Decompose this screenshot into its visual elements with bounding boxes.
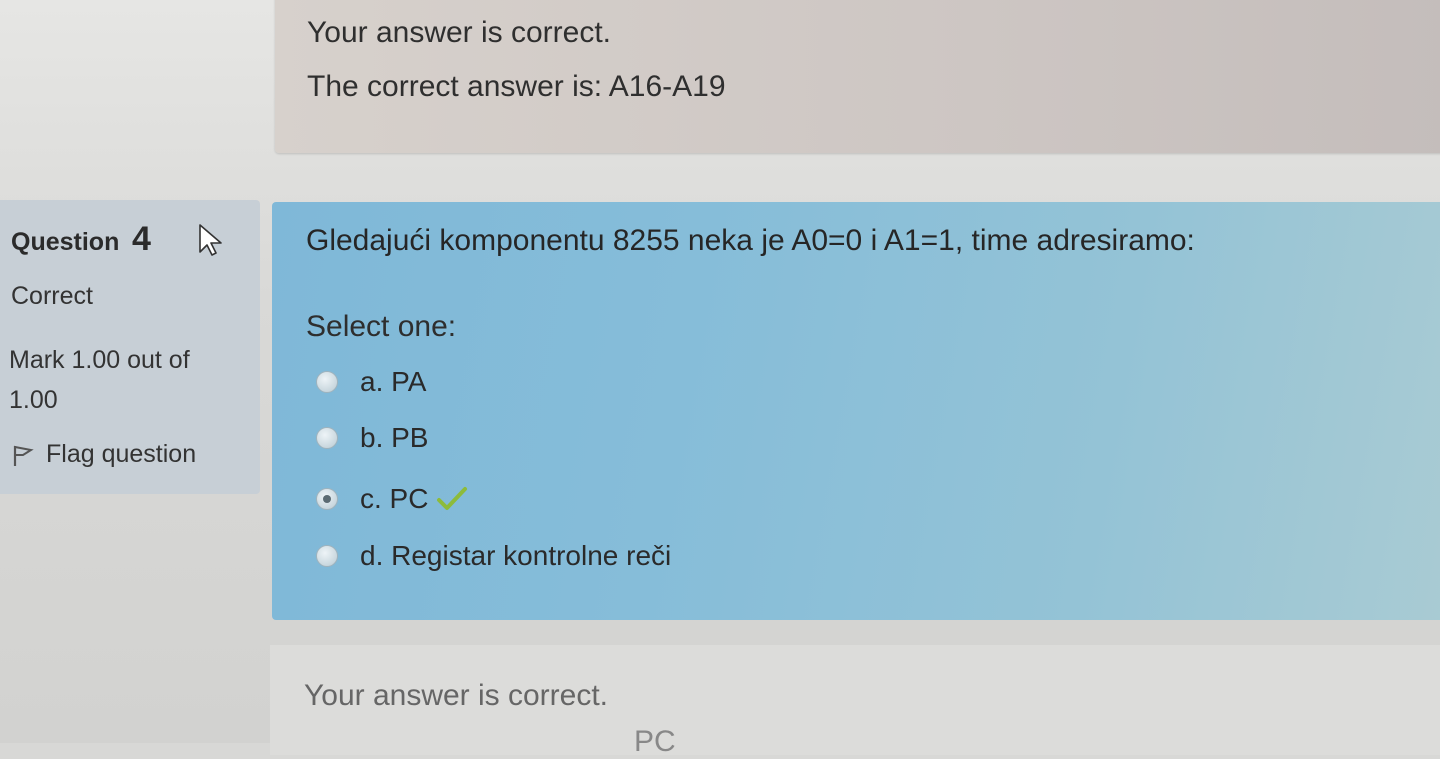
answer-label: a. PA bbox=[360, 366, 427, 397]
question-state: Correct bbox=[11, 282, 93, 310]
question-formulation: Gledajući komponentu 8255 neka je A0=0 i… bbox=[272, 202, 1440, 620]
question-label: Question bbox=[11, 228, 120, 256]
current-question-feedback: Your answer is correct. PC bbox=[270, 645, 1440, 758]
answer-option-c[interactable]: c. PC bbox=[316, 479, 1016, 519]
previous-question-feedback: Your answer is correct. The correct answ… bbox=[275, 0, 1440, 153]
question-number: 4 bbox=[132, 220, 151, 258]
answer-label: d. Registar kontrolne reči bbox=[360, 540, 672, 571]
correct-answer-text: The correct answer is: A16-A19 bbox=[307, 70, 726, 103]
radio-button-selected[interactable] bbox=[316, 488, 338, 510]
radio-button[interactable] bbox=[316, 427, 338, 449]
answer-option-d[interactable]: d. Registar kontrolne reči bbox=[316, 536, 1016, 576]
answer-label: c. PC bbox=[360, 483, 429, 514]
flag-question-label: Flag question bbox=[46, 440, 197, 468]
answer-label: b. PB bbox=[360, 422, 429, 453]
correct-answer-text-partial: PC bbox=[634, 725, 676, 758]
select-one-prompt: Select one: bbox=[306, 310, 457, 343]
feedback-text: Your answer is correct. bbox=[307, 16, 612, 49]
question-grade: Mark 1.00 out of 1.00 bbox=[9, 346, 190, 414]
flag-question-link[interactable]: Flag question bbox=[10, 440, 196, 469]
question-info-panel: Question 4 Correct Mark 1.00 out of 1.00… bbox=[0, 200, 260, 494]
feedback-text: Your answer is correct. bbox=[304, 679, 609, 712]
answer-option-a[interactable]: a. PA bbox=[316, 362, 1016, 402]
flag-icon bbox=[13, 445, 34, 466]
radio-button[interactable] bbox=[316, 371, 338, 393]
radio-button[interactable] bbox=[316, 545, 338, 567]
mouse-pointer-icon bbox=[199, 224, 222, 256]
check-icon bbox=[437, 487, 468, 510]
question-text: Gledajući komponentu 8255 neka je A0=0 i… bbox=[306, 224, 1195, 257]
answer-option-b[interactable]: b. PB bbox=[316, 418, 1016, 458]
